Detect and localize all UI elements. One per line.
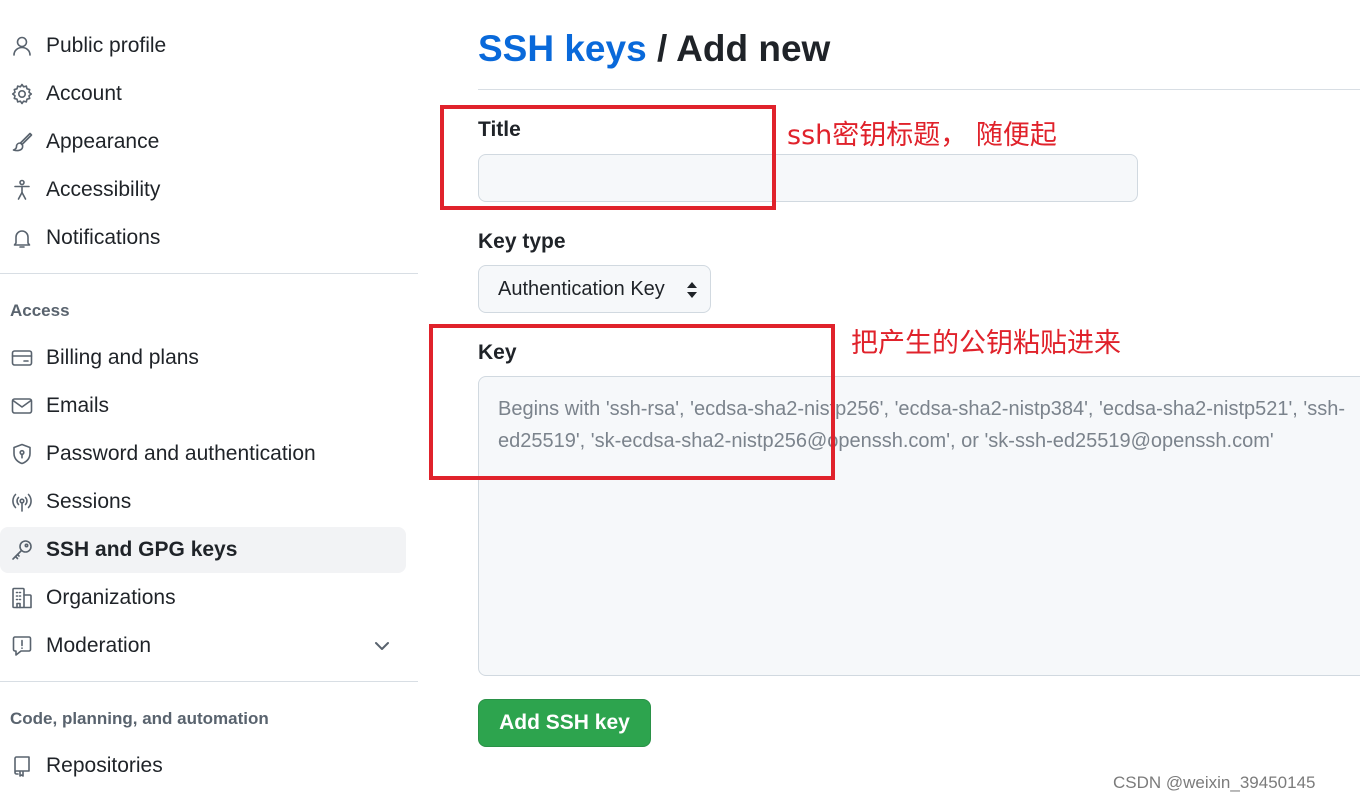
sidebar-item-label: Accessibility: [46, 178, 161, 201]
sidebar-item-label: Public profile: [46, 34, 167, 57]
shield-lock-icon: [10, 442, 34, 466]
sidebar-item-repositories[interactable]: Repositories: [0, 743, 406, 789]
sidebar-item-label: SSH and GPG keys: [46, 538, 238, 561]
sidebar-heading-access: Access: [10, 301, 70, 320]
accessibility-icon: [10, 178, 34, 202]
sidebar-divider: [0, 681, 418, 682]
key-type-label: Key type: [478, 230, 566, 253]
select-caret-icon: [685, 281, 699, 299]
sidebar-item-label: Emails: [46, 394, 110, 417]
sidebar-item-account[interactable]: Account: [0, 71, 406, 117]
breadcrumb-separator: /: [646, 28, 677, 69]
sidebar-item-label: Notifications: [46, 226, 161, 249]
gear-icon: [10, 82, 34, 106]
sidebar-item-appearance[interactable]: Appearance: [0, 119, 406, 165]
breadcrumb-current: Add new: [676, 28, 831, 69]
sidebar-item-emails[interactable]: Emails: [0, 383, 406, 429]
annotation-title-note: ssh密钥标题， 随便起: [787, 120, 1057, 151]
broadcast-icon: [10, 490, 34, 514]
sidebar-item-label: Repositories: [46, 754, 163, 777]
breadcrumb-ssh-keys-link[interactable]: SSH keys: [478, 28, 647, 69]
sidebar-item-sessions[interactable]: Sessions: [0, 479, 406, 525]
sidebar-item-password-auth[interactable]: Password and authentication: [0, 431, 406, 477]
settings-sidebar: Public profile Account Appearance Access…: [0, 0, 420, 803]
report-icon: [10, 634, 34, 658]
organization-icon: [10, 586, 34, 610]
sidebar-heading-code: Code, planning, and automation: [10, 709, 269, 728]
mail-icon: [10, 394, 34, 418]
bell-icon: [10, 226, 34, 250]
add-ssh-key-button[interactable]: Add SSH key: [478, 699, 651, 747]
page-title: SSH keys / Add new: [478, 28, 830, 70]
sidebar-item-accessibility[interactable]: Accessibility: [0, 167, 406, 213]
chevron-down-icon[interactable]: [370, 634, 394, 658]
sidebar-item-label: Appearance: [46, 130, 160, 153]
watermark: CSDN @weixin_39450145: [1113, 773, 1316, 792]
sidebar-item-notifications[interactable]: Notifications: [0, 215, 406, 261]
key-type-select[interactable]: Authentication Key: [478, 265, 711, 313]
sidebar-item-label: Billing and plans: [46, 346, 199, 369]
sidebar-item-ssh-gpg-keys[interactable]: SSH and GPG keys: [0, 527, 406, 573]
sidebar-item-label: Account: [46, 82, 122, 105]
annotation-box-key: [429, 324, 835, 480]
annotation-key-note: 把产生的公钥粘贴进来: [851, 328, 1121, 359]
sidebar-item-label: Sessions: [46, 490, 132, 513]
annotation-box-title: [440, 105, 776, 210]
paintbrush-icon: [10, 130, 34, 154]
credit-card-icon: [10, 346, 34, 370]
sidebar-item-public-profile[interactable]: Public profile: [0, 23, 406, 69]
key-type-selected-value: Authentication Key: [498, 277, 665, 300]
sidebar-item-label: Moderation: [46, 634, 152, 657]
title-divider: [478, 89, 1360, 90]
repo-icon: [10, 754, 34, 778]
key-icon: [10, 538, 34, 562]
sidebar-item-label: Organizations: [46, 586, 176, 609]
sidebar-item-billing[interactable]: Billing and plans: [0, 335, 406, 381]
sidebar-item-label: Password and authentication: [46, 442, 316, 465]
sidebar-item-organizations[interactable]: Organizations: [0, 575, 406, 621]
sidebar-divider: [0, 273, 418, 274]
person-icon: [10, 34, 34, 58]
sidebar-item-moderation[interactable]: Moderation: [0, 623, 406, 669]
